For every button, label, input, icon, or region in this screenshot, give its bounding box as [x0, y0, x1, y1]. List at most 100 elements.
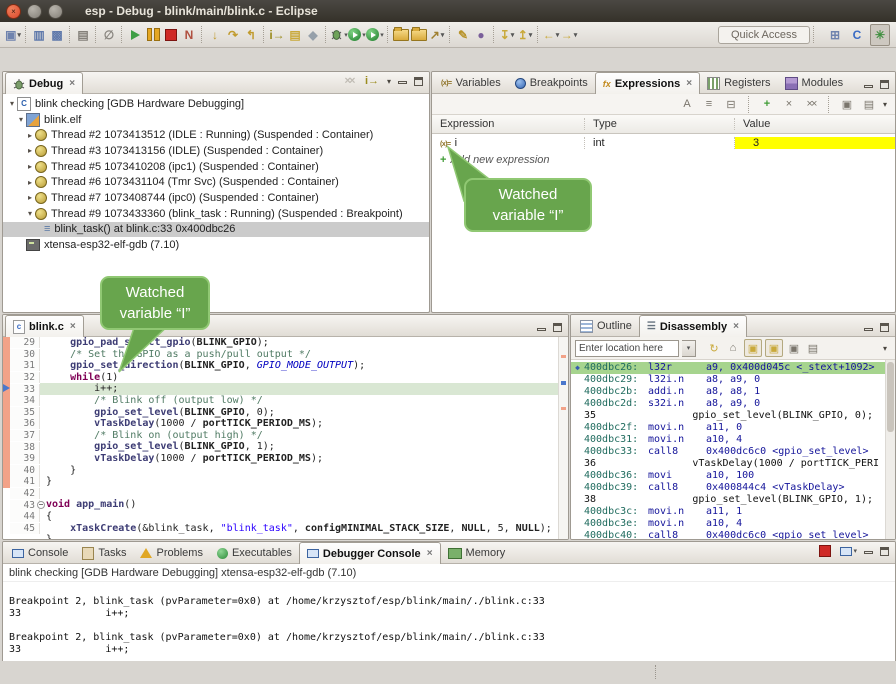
code-text[interactable]: xTaskCreate(&blink_task, "blink_task", c… — [40, 523, 568, 535]
code-line[interactable]: 41} — [3, 476, 568, 488]
pin-up-icon[interactable]: ↥▾ — [516, 25, 534, 45]
show-type-names-icon[interactable]: A — [679, 96, 695, 112]
view-menu-chevron-icon[interactable]: ▾ — [883, 344, 887, 353]
skip-all-breakpoints-icon[interactable]: ∅ — [100, 25, 118, 45]
tree-expander-icon[interactable]: ▸ — [25, 193, 35, 202]
tab-executables[interactable]: Executables — [210, 543, 299, 563]
debug-launch-tree[interactable]: ▾Cblink checking [GDB Hardware Debugging… — [3, 94, 429, 253]
use-step-filters-icon[interactable]: ◆ — [304, 25, 322, 45]
home-icon[interactable]: ⌂ — [725, 340, 741, 356]
disassembly-row[interactable]: 400dbc31:movi.na10, 4 — [571, 434, 895, 446]
pin-view-icon[interactable]: ▤ — [861, 96, 877, 112]
disassembly-row[interactable]: 400dbc39:call80x400844c4 <vTaskDelay> — [571, 482, 895, 494]
disassembly-scrollbar[interactable] — [885, 360, 895, 540]
maximize-view-icon[interactable] — [880, 323, 889, 332]
tab-modules[interactable]: Modules — [778, 73, 851, 93]
maximize-view-icon[interactable] — [553, 323, 562, 332]
cpp-perspective-icon[interactable]: C — [848, 25, 866, 45]
window-titlebar[interactable]: × esp - Debug - blink/main/blink.c - Ecl… — [0, 0, 896, 22]
column-header-value[interactable]: Value — [735, 118, 895, 130]
code-line[interactable]: 29 gpio_pad_select_gpio(BLINK_GPIO); — [3, 337, 568, 349]
open-new-view-icon[interactable]: ▣ — [839, 96, 855, 112]
column-header-type[interactable]: Type — [585, 118, 735, 130]
disassembly-row[interactable]: 400dbc2b:addi.na8, a8, 1 — [571, 386, 895, 398]
code-line[interactable]: 44{ — [3, 511, 568, 523]
code-text[interactable]: { — [40, 511, 568, 523]
forward-icon[interactable]: →▾ — [560, 25, 578, 45]
step-over-icon[interactable]: ↷ — [224, 25, 242, 45]
column-header-expression[interactable]: Expression — [432, 118, 585, 130]
tab-disassembly[interactable]: ☰Disassembly× — [639, 315, 747, 337]
expressions-table-header[interactable]: Expression Type Value — [432, 115, 895, 134]
disassembly-row[interactable]: 400dbc3e:movi.na10, 4 — [571, 518, 895, 530]
code-line[interactable]: 31 gpio_set_direction(BLINK_GPIO, GPIO_M… — [3, 360, 568, 372]
quick-access-button[interactable]: Quick Access — [718, 26, 810, 44]
code-text[interactable]: gpio_set_level(BLINK_GPIO, 0); — [40, 407, 568, 419]
view-menu-chevron-icon[interactable]: ▾ — [883, 100, 887, 109]
dropdown-arrow-icon[interactable]: ▾ — [380, 31, 384, 39]
breakpoint-types-icon[interactable]: ▤ — [286, 25, 304, 45]
debug-perspective-icon[interactable]: ✳ — [870, 24, 890, 46]
run-dropdown-icon[interactable]: ▾ — [348, 25, 366, 45]
tree-expander-icon[interactable]: ▾ — [16, 115, 26, 124]
launch-tool-icon[interactable]: ↗▾ — [428, 25, 446, 45]
resume-icon[interactable] — [126, 25, 144, 45]
disassembly-row[interactable]: 35 gpio_set_level(BLINK_GPIO, 0); — [571, 410, 895, 422]
tree-expander-icon[interactable]: ▾ — [7, 99, 17, 108]
open-resource-folder-icon[interactable] — [410, 25, 428, 45]
dropdown-arrow-icon[interactable]: ▾ — [556, 31, 560, 39]
disassembly-row[interactable]: 400dbc2d:s32i.na8, a9, 0 — [571, 398, 895, 410]
tab-registers[interactable]: Registers — [700, 73, 777, 93]
tree-expander-icon[interactable]: ▸ — [25, 162, 35, 171]
debug-tree-row[interactable]: ▸Thread #6 1073431104 (Tmr Svc) (Suspend… — [3, 174, 429, 190]
step-return-icon[interactable]: ↰ — [242, 25, 260, 45]
disassembly-row[interactable]: 400dbc3c:movi.na11, 1 — [571, 506, 895, 518]
value-cell[interactable]: 3 — [735, 137, 895, 149]
tab-problems[interactable]: Problems — [133, 543, 209, 563]
code-text[interactable]: vTaskDelay(1000 / portTICK_PERIOD_MS); — [40, 453, 568, 465]
terminate-icon[interactable] — [162, 25, 180, 45]
code-text[interactable]: vTaskDelay(1000 / portTICK_PERIOD_MS); — [40, 418, 568, 430]
instruction-stepping-icon[interactable]: i→ — [268, 25, 286, 45]
remove-all-expressions-icon[interactable]: ×× — [803, 96, 819, 112]
window-minimize-button[interactable] — [27, 4, 42, 19]
disconnect-icon[interactable]: N — [180, 25, 198, 45]
code-line[interactable]: 43void app_main() — [3, 499, 568, 511]
editor-overview-ruler[interactable] — [558, 337, 568, 539]
dropdown-arrow-icon[interactable]: ▾ — [574, 31, 578, 39]
window-maximize-button[interactable] — [48, 4, 63, 19]
step-into-icon[interactable]: ↓ — [206, 25, 224, 45]
tab-blink-c[interactable]: c blink.c × — [5, 315, 84, 337]
type-cell[interactable]: int — [585, 137, 735, 149]
tab-outline[interactable]: Outline — [573, 316, 639, 336]
disassembly-row[interactable]: 400dbc40:call80x400dc6c0 <gpio_set_level… — [571, 530, 895, 540]
pin-down-icon[interactable]: ↧▾ — [498, 25, 516, 45]
dropdown-arrow-icon[interactable]: ▾ — [511, 31, 515, 39]
disassembly-row[interactable]: 400dbc33:call80x400dc6c0 <gpio_set_level… — [571, 446, 895, 458]
code-text[interactable]: } — [40, 476, 568, 488]
debug-dropdown-icon[interactable]: ▾ — [330, 25, 348, 45]
disassembly-row[interactable]: 400dbc29:l32i.na8, a9, 0 — [571, 374, 895, 386]
remove-all-terminated-icon[interactable]: ×× — [341, 73, 357, 89]
external-tools-icon[interactable]: ▾ — [366, 25, 384, 45]
code-line[interactable]: 38 gpio_set_level(BLINK_GPIO, 1); — [3, 441, 568, 453]
code-text[interactable]: void app_main() — [40, 499, 568, 511]
debugger-console-output[interactable]: Breakpoint 2, blink_task (pvParameter=0x… — [3, 592, 895, 660]
code-line[interactable]: 34 /* Blink off (output low) */ — [3, 395, 568, 407]
back-icon[interactable]: ←▾ — [542, 25, 560, 45]
dropdown-arrow-icon[interactable]: ▾ — [853, 547, 857, 555]
maximize-view-icon[interactable] — [880, 547, 889, 556]
tab-debugger-console[interactable]: Debugger Console× — [299, 542, 441, 564]
suspend-icon[interactable] — [144, 25, 162, 45]
tab-debug[interactable]: Debug × — [5, 72, 83, 94]
tree-expander-icon[interactable]: ▸ — [25, 146, 35, 155]
debug-tree-row[interactable]: ▾Thread #9 1073433360 (blink_task : Runn… — [3, 206, 429, 222]
maximize-view-icon[interactable] — [414, 77, 423, 86]
tab-close-icon[interactable]: × — [733, 321, 739, 332]
dropdown-arrow-icon[interactable]: ▾ — [441, 31, 445, 39]
show-source-toggle-icon[interactable]: ▣ — [744, 339, 762, 357]
debug-tree-row[interactable]: ▸Thread #5 1073410208 (ipc1) (Suspended … — [3, 159, 429, 175]
debug-tree-row[interactable]: ▾Cblink checking [GDB Hardware Debugging… — [3, 96, 429, 112]
debug-tree-row[interactable]: ▾blink.elf — [3, 112, 429, 128]
tab-close-icon[interactable]: × — [70, 321, 76, 332]
